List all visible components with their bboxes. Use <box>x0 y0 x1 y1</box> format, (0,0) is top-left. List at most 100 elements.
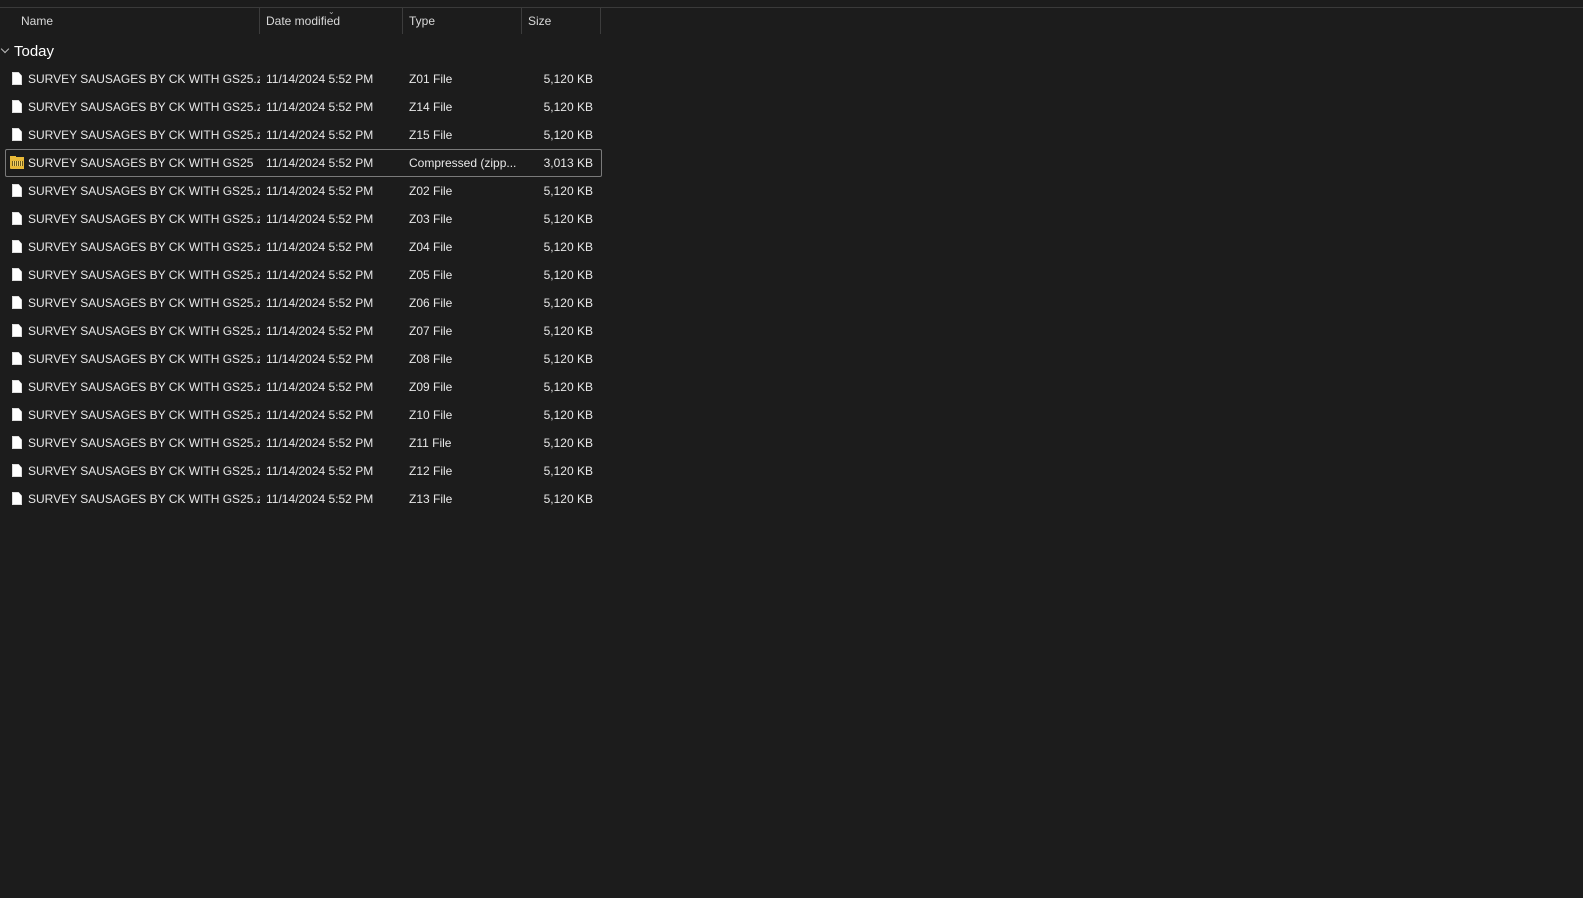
document-icon <box>10 240 24 254</box>
group-header-today[interactable]: Today <box>0 40 54 62</box>
document-icon <box>10 72 24 86</box>
column-resize-handle[interactable] <box>521 8 522 34</box>
document-icon <box>10 100 24 114</box>
file-row[interactable]: SURVEY SAUSAGES BY CK WITH GS25.z09 11/14… <box>5 373 602 401</box>
file-row[interactable]: SURVEY SAUSAGES BY CK WITH GS25.z01 11/14… <box>5 65 602 93</box>
file-name: SURVEY SAUSAGES BY CK WITH GS25.z07 <box>28 324 260 338</box>
file-size: 5,120 KB <box>543 268 593 282</box>
file-size: 3,013 KB <box>543 156 593 170</box>
file-type: Z04 File <box>409 240 453 254</box>
document-icon <box>10 212 24 226</box>
file-name: SURVEY SAUSAGES BY CK WITH GS25.z02 <box>28 184 260 198</box>
file-name: SURVEY SAUSAGES BY CK WITH GS25.z15 <box>28 128 260 142</box>
file-type: Z13 File <box>409 492 453 506</box>
document-icon <box>10 324 24 338</box>
file-date-modified: 11/14/2024 5:52 PM <box>266 128 374 142</box>
file-size: 5,120 KB <box>543 184 593 198</box>
file-row[interactable]: SURVEY SAUSAGES BY CK WITH GS25.z15 11/14… <box>5 121 602 149</box>
file-date-modified: 11/14/2024 5:52 PM <box>266 240 374 254</box>
column-header-type[interactable]: Type <box>409 8 435 34</box>
file-name: SURVEY SAUSAGES BY CK WITH GS25.z06 <box>28 296 260 310</box>
file-date-modified: 11/14/2024 5:52 PM <box>266 492 374 506</box>
file-size: 5,120 KB <box>543 380 593 394</box>
file-type: Z12 File <box>409 464 453 478</box>
document-icon <box>10 128 24 142</box>
file-size: 5,120 KB <box>543 408 593 422</box>
file-type: Z01 File <box>409 72 453 86</box>
column-header-size[interactable]: Size <box>528 8 551 34</box>
document-icon <box>10 492 24 506</box>
file-size: 5,120 KB <box>543 324 593 338</box>
file-date-modified: 11/14/2024 5:52 PM <box>266 380 374 394</box>
file-row[interactable]: SURVEY SAUSAGES BY CK WITH GS25.z11 11/14… <box>5 429 602 457</box>
file-type: Z08 File <box>409 352 453 366</box>
file-date-modified: 11/14/2024 5:52 PM <box>266 352 374 366</box>
file-name: SURVEY SAUSAGES BY CK WITH GS25.z11 <box>28 436 260 450</box>
file-size: 5,120 KB <box>543 436 593 450</box>
file-name: SURVEY SAUSAGES BY CK WITH GS25.z10 <box>28 408 260 422</box>
file-date-modified: 11/14/2024 5:52 PM <box>266 100 374 114</box>
file-type: Compressed (zipp... <box>409 156 517 170</box>
file-name: SURVEY SAUSAGES BY CK WITH GS25.z04 <box>28 240 260 254</box>
file-row[interactable]: SURVEY SAUSAGES BY CK WITH GS25.z10 11/14… <box>5 401 602 429</box>
file-date-modified: 11/14/2024 5:52 PM <box>266 464 374 478</box>
chevron-down-icon[interactable] <box>1 46 11 56</box>
column-header-date-modified[interactable]: Date modified <box>266 8 340 34</box>
document-icon <box>10 464 24 478</box>
file-date-modified: 11/14/2024 5:52 PM <box>266 408 374 422</box>
file-row[interactable]: SURVEY SAUSAGES BY CK WITH GS25.z08 11/14… <box>5 345 602 373</box>
document-icon <box>10 352 24 366</box>
file-size: 5,120 KB <box>543 492 593 506</box>
file-name: SURVEY SAUSAGES BY CK WITH GS25.z13 <box>28 492 260 506</box>
group-title: Today <box>14 42 55 60</box>
file-row[interactable]: SURVEY SAUSAGES BY CK WITH GS25.z14 11/14… <box>5 93 602 121</box>
file-type: Z02 File <box>409 184 453 198</box>
file-size: 5,120 KB <box>543 352 593 366</box>
file-row[interactable]: SURVEY SAUSAGES BY CK WITH GS25.z06 11/14… <box>5 289 602 317</box>
file-type: Z09 File <box>409 380 453 394</box>
file-row[interactable]: SURVEY SAUSAGES BY CK WITH GS25.z02 11/14… <box>5 177 602 205</box>
document-icon <box>10 268 24 282</box>
file-row[interactable]: SURVEY SAUSAGES BY CK WITH GS25.z13 11/14… <box>5 485 602 513</box>
file-row[interactable]: SURVEY SAUSAGES BY CK WITH GS25.z12 11/14… <box>5 457 602 485</box>
file-name: SURVEY SAUSAGES BY CK WITH GS25.z05 <box>28 268 260 282</box>
file-row[interactable]: SURVEY SAUSAGES BY CK WITH GS25.z04 11/14… <box>5 233 602 261</box>
file-date-modified: 11/14/2024 5:52 PM <box>266 156 374 170</box>
file-date-modified: 11/14/2024 5:52 PM <box>266 268 374 282</box>
file-row[interactable]: SURVEY SAUSAGES BY CK WITH GS25.z07 11/14… <box>5 317 602 345</box>
column-header-name[interactable]: Name <box>21 8 53 34</box>
file-name: SURVEY SAUSAGES BY CK WITH GS25.z08 <box>28 352 260 366</box>
column-resize-handle[interactable] <box>600 8 601 34</box>
file-size: 5,120 KB <box>543 464 593 478</box>
file-size: 5,120 KB <box>543 296 593 310</box>
file-size: 5,120 KB <box>543 100 593 114</box>
file-type: Z06 File <box>409 296 453 310</box>
file-row[interactable]: SURVEY SAUSAGES BY CK WITH GS25.z03 11/14… <box>5 205 602 233</box>
file-name: SURVEY SAUSAGES BY CK WITH GS25.z03 <box>28 212 260 226</box>
file-type: Z10 File <box>409 408 453 422</box>
file-type: Z03 File <box>409 212 453 226</box>
file-size: 5,120 KB <box>543 128 593 142</box>
file-row[interactable]: SURVEY SAUSAGES BY CK WITH GS25.z05 11/14… <box>5 261 602 289</box>
column-resize-handle[interactable] <box>402 8 403 34</box>
document-icon <box>10 436 24 450</box>
file-name: SURVEY SAUSAGES BY CK WITH GS25.z12 <box>28 464 260 478</box>
file-size: 5,120 KB <box>543 240 593 254</box>
file-name: SURVEY SAUSAGES BY CK WITH GS25.z14 <box>28 100 260 114</box>
file-size: 5,120 KB <box>543 72 593 86</box>
document-icon <box>10 380 24 394</box>
file-type: Z14 File <box>409 100 453 114</box>
document-icon <box>10 184 24 198</box>
column-resize-handle[interactable] <box>259 8 260 34</box>
document-icon <box>10 296 24 310</box>
file-row[interactable]: SURVEY SAUSAGES BY CK WITH GS25 11/14/202… <box>5 149 602 177</box>
file-date-modified: 11/14/2024 5:52 PM <box>266 324 374 338</box>
file-type: Z07 File <box>409 324 453 338</box>
zip-folder-icon <box>10 156 24 170</box>
file-type: Z11 File <box>409 436 452 450</box>
file-name: SURVEY SAUSAGES BY CK WITH GS25.z09 <box>28 380 260 394</box>
file-name: SURVEY SAUSAGES BY CK WITH GS25 <box>28 156 254 170</box>
file-size: 5,120 KB <box>543 212 593 226</box>
file-date-modified: 11/14/2024 5:52 PM <box>266 72 374 86</box>
file-date-modified: 11/14/2024 5:52 PM <box>266 436 374 450</box>
